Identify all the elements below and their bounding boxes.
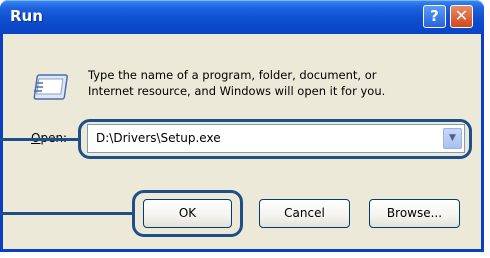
dropdown-button[interactable]: ▼ [443,128,462,149]
run-description: Type the name of a program, folder, docu… [88,67,458,99]
chevron-down-icon: ▼ [449,133,456,143]
browse-button-label: Browse... [386,206,443,220]
help-icon: ? [430,7,439,25]
ok-button-label: OK [178,206,197,220]
browse-button[interactable]: Browse... [369,199,460,228]
ok-callout-line [0,212,134,215]
open-callout-line [0,138,80,141]
description-line-2: Internet resource, and Windows will open… [88,84,386,98]
close-button[interactable]: ✕ [450,5,473,28]
cancel-button[interactable]: Cancel [259,199,350,228]
window-title: Run [10,7,43,25]
title-bar[interactable]: Run ? ✕ [0,0,484,34]
description-line-1: Type the name of a program, folder, docu… [88,68,377,82]
open-combobox[interactable]: D:\Drivers\Setup.exe ▼ [87,124,465,153]
open-input[interactable]: D:\Drivers\Setup.exe [96,131,221,145]
cancel-button-label: Cancel [284,206,325,220]
ok-button[interactable]: OK [143,199,232,228]
run-program-icon [33,74,68,100]
close-icon: ✕ [454,6,469,25]
help-button[interactable]: ? [423,5,446,28]
